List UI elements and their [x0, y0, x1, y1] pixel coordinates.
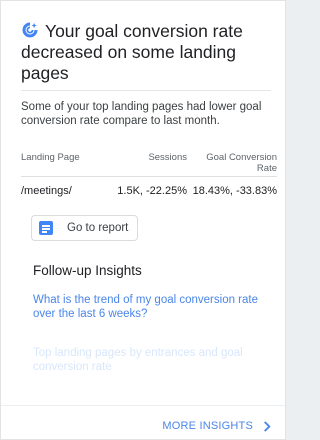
go-to-report-label: Go to report — [67, 222, 129, 234]
chevron-right-icon — [264, 420, 271, 432]
insight-header: Your goal conversion rate decreased on s… — [21, 21, 279, 84]
divider — [21, 90, 271, 91]
insight-card: Your goal conversion rate decreased on s… — [0, 0, 286, 440]
insight-title-line: Your goal conversion rate decreased on s… — [21, 21, 279, 84]
report-icon — [39, 221, 53, 235]
more-insights-button[interactable]: MORE INSIGHTS — [162, 420, 271, 432]
followup-insight-link[interactable]: Top landing pages by entrances and goal … — [33, 346, 283, 374]
cell-landing-page: /meetings/ — [21, 185, 72, 197]
followup-heading: Follow-up Insights — [33, 263, 142, 278]
table-row: /meetings/ 1.5K, -22.25% 18.43%, -33.83% — [21, 185, 277, 197]
footer-divider — [1, 405, 285, 406]
followup-insight-link[interactable]: What is the trend of my goal conversion … — [33, 293, 273, 321]
table-divider — [21, 176, 277, 177]
more-insights-label: MORE INSIGHTS — [162, 420, 253, 432]
table-header: Landing Page Sessions Goal Conversion Ra… — [21, 152, 277, 174]
cell-sessions: 1.5K, -22.25% — [117, 185, 187, 197]
column-header-landing-page: Landing Page — [21, 152, 80, 163]
insight-title: Your goal conversion rate decreased on s… — [21, 21, 243, 83]
column-header-goal-conversion-rate: Goal Conversion Rate — [206, 152, 277, 174]
landing-page-table: Landing Page Sessions Goal Conversion Ra… — [21, 152, 277, 197]
column-header-sessions: Sessions — [148, 152, 187, 163]
go-to-report-button[interactable]: Go to report — [31, 215, 138, 241]
insights-sparkle-icon — [22, 22, 38, 38]
cell-goal-conversion-rate: 18.43%, -33.83% — [192, 185, 277, 197]
insight-description: Some of your top landing pages had lower… — [21, 101, 262, 127]
